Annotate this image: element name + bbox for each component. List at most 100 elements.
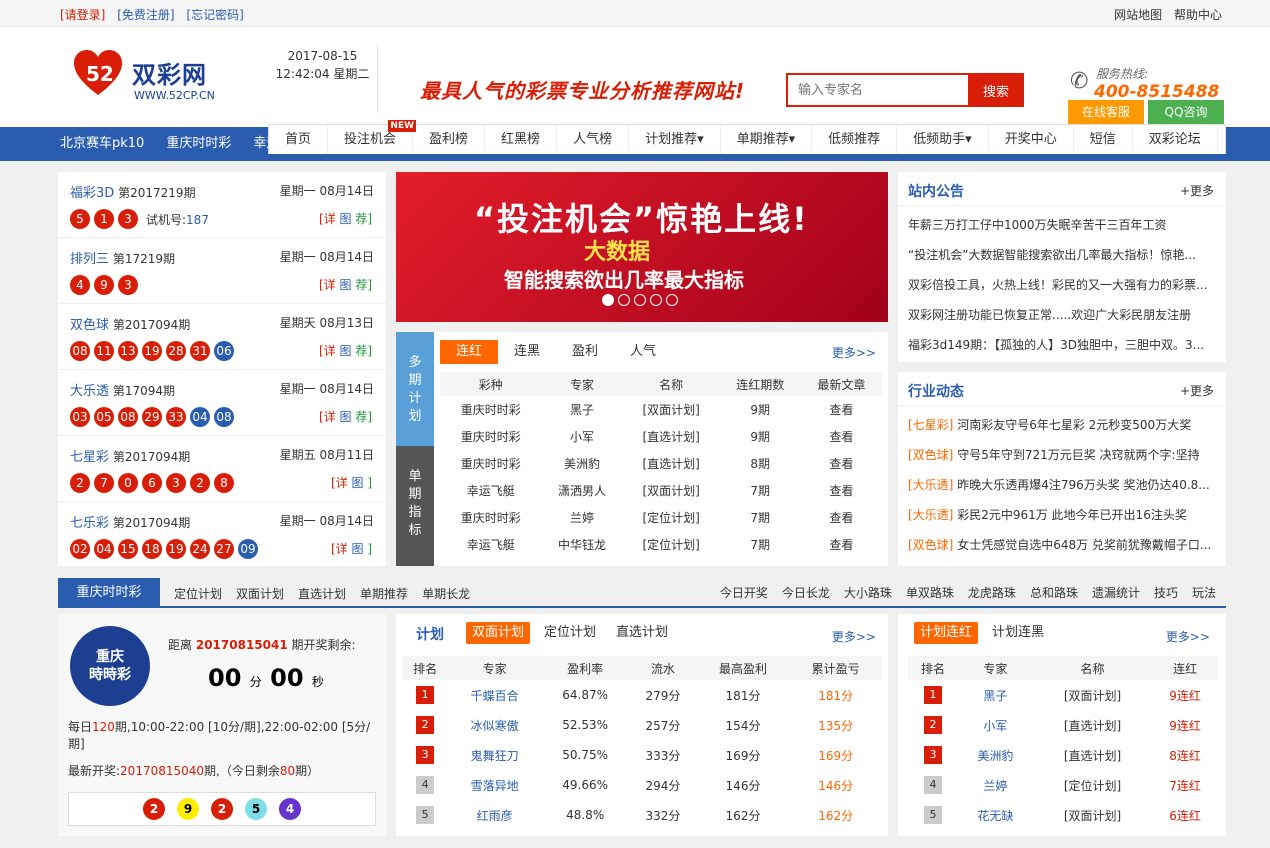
news-item[interactable]: [大乐透] 彩民2元中961万 此地今年已开出16注头奖 <box>908 500 1216 530</box>
subnav-item[interactable]: 重庆时时彩 <box>166 127 231 161</box>
chart-link[interactable]: 图 <box>339 410 351 424</box>
chart-link[interactable]: 图 <box>351 476 363 490</box>
expert-link[interactable]: 冰似寒傲 <box>448 710 541 740</box>
expert-search-input[interactable] <box>786 73 968 107</box>
recommend-link[interactable]: 荐] <box>355 212 372 226</box>
tab-double-plan[interactable]: 双面计划 <box>466 622 531 644</box>
lottery-name[interactable]: 排列三 <box>70 252 109 267</box>
expert-link[interactable]: 千蝶百合 <box>448 680 541 710</box>
expert-link[interactable]: 小军 <box>958 710 1033 740</box>
lottery-name[interactable]: 七星彩 <box>70 450 109 465</box>
section-link[interactable]: 今日长龙 <box>782 584 830 601</box>
nav-item-home[interactable]: 首页 <box>269 125 329 154</box>
chart-link[interactable]: 图 <box>351 542 363 556</box>
section-current[interactable]: 重庆时时彩 <box>58 578 160 608</box>
view-link[interactable]: 查看 <box>801 396 882 423</box>
sitemap-link[interactable]: 网站地图 <box>1114 8 1162 22</box>
tab-popularity[interactable]: 人气 <box>614 340 672 364</box>
section-link[interactable]: 总和路珠 <box>1030 584 1078 601</box>
notice-more-link[interactable]: +更多 <box>1180 182 1214 199</box>
news-item[interactable]: [大乐透] 昨晚大乐透再爆4注796万头奖 奖池仍达40.8... <box>908 470 1216 500</box>
view-link[interactable]: 查看 <box>801 450 882 477</box>
nav-item-plan-recommend[interactable]: 计划推荐▾ <box>629 125 721 154</box>
expert-link[interactable]: 黑子 <box>958 680 1033 710</box>
detail-link[interactable]: [详 <box>331 542 348 556</box>
plans-more-link[interactable]: 更多>> <box>832 344 876 361</box>
detail-link[interactable]: [详 <box>319 212 336 226</box>
view-link[interactable]: 查看 <box>801 531 882 558</box>
chart-link[interactable]: 图 <box>339 344 351 358</box>
promo-banner[interactable]: “投注机会”惊艳上线! 大数据 智能搜索欲出几率最大指标 <box>396 172 888 322</box>
carousel-dot[interactable] <box>618 294 630 306</box>
expert-link[interactable]: 鬼舞狂刀 <box>448 740 541 770</box>
qq-service-button[interactable]: QQ咨询 <box>1148 100 1224 124</box>
news-item[interactable]: [双色球] 守号5年守到721万元巨奖 决窍就两个字:坚持 <box>908 440 1216 470</box>
view-link[interactable]: 查看 <box>801 423 882 450</box>
section-tab[interactable]: 定位计划 <box>174 585 222 602</box>
expert-link[interactable]: 美洲豹 <box>958 740 1033 770</box>
detail-link[interactable]: [详 <box>331 476 348 490</box>
section-tab[interactable]: 双面计划 <box>236 585 284 602</box>
tab-win-streak[interactable]: 连红 <box>440 340 499 364</box>
nav-item-red-black-rank[interactable]: 红黑榜 <box>485 125 558 154</box>
news-more-link[interactable]: +更多 <box>1180 382 1214 399</box>
detail-link[interactable]: [详 <box>319 410 336 424</box>
section-tab[interactable]: 单期长龙 <box>422 585 470 602</box>
tab-lose-streak[interactable]: 连黑 <box>498 340 556 364</box>
online-service-button[interactable]: 在线客服 <box>1068 100 1144 124</box>
news-item[interactable]: [七星彩] 河南彩友守号6年七星彩 2元秒变500万大奖 <box>908 410 1216 440</box>
view-link[interactable]: 查看 <box>801 477 882 504</box>
recommend-link[interactable]: 荐] <box>355 410 372 424</box>
notice-item[interactable]: 年薪三万打工仔中1000万失眠辛苦干三百年工资 <box>908 210 1216 240</box>
streak-more-link[interactable]: 更多>> <box>1166 628 1210 645</box>
nav-item-single-recommend[interactable]: 单期推荐▾ <box>721 125 813 154</box>
forgot-password-link[interactable]: [忘记密码] <box>186 8 243 22</box>
section-link[interactable]: 今日开奖 <box>720 584 768 601</box>
recommend-link[interactable]: 荐] <box>355 278 372 292</box>
nav-item-profit-rank[interactable]: 盈利榜 <box>413 125 486 154</box>
tab-single-period-indicator[interactable]: 单期指标 <box>396 446 434 566</box>
expert-link[interactable]: 雪落异地 <box>448 770 541 800</box>
tab-plan-lose-streak[interactable]: 计划连黑 <box>986 622 1050 644</box>
expert-link[interactable]: 花无缺 <box>958 800 1033 830</box>
chart-link[interactable]: 图 <box>339 212 351 226</box>
lottery-name[interactable]: 双色球 <box>70 318 109 333</box>
search-button[interactable]: 搜索 <box>968 73 1024 107</box>
nav-item-sms[interactable]: 短信 <box>1074 125 1133 154</box>
lottery-name[interactable]: 福彩3D <box>70 186 114 201</box>
lottery-name[interactable]: 大乐透 <box>70 384 109 399</box>
notice-item[interactable]: 双彩倍投工具，火热上线！彩民的又一大强有力的彩票... <box>908 270 1216 300</box>
section-link[interactable]: 技巧 <box>1154 584 1178 601</box>
section-link[interactable]: 单双路珠 <box>906 584 954 601</box>
carousel-dot[interactable] <box>602 294 614 306</box>
login-link[interactable]: [请登录] <box>60 8 105 22</box>
detail-link[interactable]: [详 <box>319 344 336 358</box>
section-link[interactable]: 玩法 <box>1192 584 1216 601</box>
help-center-link[interactable]: 帮助中心 <box>1174 8 1222 22</box>
nav-item-betting-chance[interactable]: 投注机会 NEW <box>328 120 417 154</box>
expert-link[interactable]: 兰婷 <box>958 770 1033 800</box>
recommend-link[interactable]: ] <box>367 542 372 556</box>
carousel-dot[interactable] <box>650 294 662 306</box>
recommend-link[interactable]: 荐] <box>355 344 372 358</box>
section-link[interactable]: 龙虎路珠 <box>968 584 1016 601</box>
expert-link[interactable]: 红雨彦 <box>448 800 541 830</box>
site-logo[interactable]: 52 双彩网 WWW.52CP.CN <box>72 49 242 113</box>
tab-profit[interactable]: 盈利 <box>556 340 614 364</box>
nav-item-forum[interactable]: 双彩论坛 <box>1133 125 1218 154</box>
carousel-dot[interactable] <box>666 294 678 306</box>
section-link[interactable]: 遗漏统计 <box>1092 584 1140 601</box>
lottery-name[interactable]: 七乐彩 <box>70 516 109 531</box>
view-link[interactable]: 查看 <box>801 504 882 531</box>
news-item[interactable]: [双色球] 女士凭感觉自选中648万 兑奖前犹豫戴帽子口... <box>908 530 1216 560</box>
section-tab[interactable]: 直选计划 <box>298 585 346 602</box>
rank-more-link[interactable]: 更多>> <box>832 628 876 645</box>
section-tab[interactable]: 单期推荐 <box>360 585 408 602</box>
nav-item-draw-center[interactable]: 开奖中心 <box>989 125 1074 154</box>
notice-item[interactable]: 福彩3d149期：【孤独的人】3D独胆中，三胆中双。3... <box>908 330 1216 360</box>
nav-item-low-freq-helper[interactable]: 低频助手▾ <box>897 125 989 154</box>
nav-item-popular-rank[interactable]: 人气榜 <box>557 125 630 154</box>
chart-link[interactable]: 图 <box>339 278 351 292</box>
subnav-item[interactable]: 北京赛车pk10 <box>60 127 144 161</box>
notice-item[interactable]: 双彩网注册功能已恢复正常.....欢迎广大彩民朋友注册 <box>908 300 1216 330</box>
